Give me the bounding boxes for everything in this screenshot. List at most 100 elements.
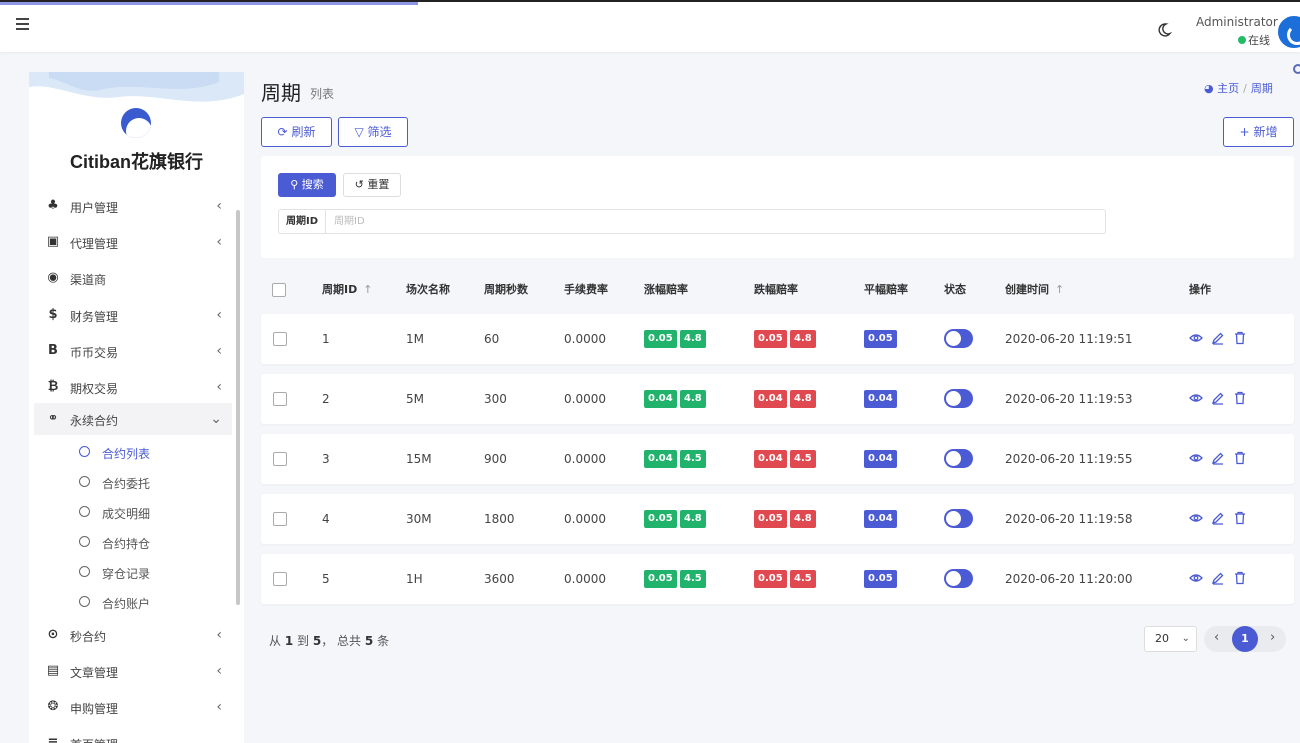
avatar[interactable] [1276, 14, 1300, 50]
delete-icon[interactable] [1233, 451, 1247, 465]
chevron-left-icon: ‹ [216, 379, 222, 395]
chevron-left-icon: ‹ [216, 699, 222, 715]
page-size-select[interactable]: 20 ⌄ [1144, 626, 1197, 652]
delete-icon[interactable] [1233, 331, 1247, 345]
cell-fee: 0.0000 [564, 572, 606, 586]
summary-total-suffix: 条 [377, 634, 390, 648]
column-header: 操作 [1189, 281, 1211, 297]
cell-created: 2020-06-20 11:20:00 [1005, 572, 1133, 586]
settings-icon[interactable] [1293, 64, 1300, 74]
view-icon[interactable] [1189, 391, 1203, 405]
sidebar-subitem[interactable]: 成交明细 [77, 501, 227, 525]
reset-button-label: 重置 [367, 178, 390, 191]
cell-name: 1M [406, 332, 424, 346]
sidebar-item[interactable]: ≡ 首页管理 [34, 727, 232, 743]
prev-page-icon[interactable]: ‹ [1214, 630, 1219, 645]
edit-icon[interactable] [1211, 331, 1225, 345]
delete-icon[interactable] [1233, 391, 1247, 405]
fall-odds-badge: 4.5 [790, 570, 816, 588]
period-id-input[interactable] [325, 209, 1106, 234]
sidebar-item[interactable]: ▣ 代理管理 ‹ [34, 226, 232, 258]
add-button[interactable]: + 新增 [1223, 117, 1294, 147]
breadcrumb-home[interactable]: 主页 [1217, 82, 1239, 95]
summary-to-prefix: 到 [297, 634, 310, 648]
status-toggle[interactable] [944, 389, 973, 408]
sidebar-subitem[interactable]: 穿仓记录 [77, 561, 227, 585]
sidebar-item[interactable]: ⊙ 秒合约 ‹ [34, 619, 232, 651]
view-icon[interactable] [1189, 511, 1203, 525]
column-header[interactable]: 创建时间 ↑ [1005, 281, 1064, 297]
row-checkbox[interactable] [273, 452, 287, 466]
search-button[interactable]: ⚲ 搜索 [278, 173, 336, 197]
next-page-icon[interactable]: › [1270, 630, 1275, 645]
edit-icon[interactable] [1211, 391, 1225, 405]
sort-icon[interactable]: ↑ [1055, 283, 1064, 296]
sidebar-subitem[interactable]: 合约委托 [77, 471, 227, 495]
edit-icon[interactable] [1211, 571, 1225, 585]
table-header: 周期ID ↑ 场次名称 周期秒数 手续费率 涨幅赔率 跌幅赔率 平幅赔率 状态 创建时间 ↑ 操作 [261, 272, 1294, 306]
status-toggle[interactable] [944, 569, 973, 588]
row-checkbox[interactable] [273, 392, 287, 406]
chevron-left-icon: ‹ [216, 663, 222, 679]
sidebar-item[interactable]: ❂ 申购管理 ‹ [34, 691, 232, 723]
sidebar-item[interactable]: $ 财务管理 ‹ [34, 299, 232, 331]
menu-toggle-icon[interactable] [16, 18, 30, 32]
view-icon[interactable] [1189, 331, 1203, 345]
reset-button[interactable]: ↺ 重置 [343, 173, 401, 197]
delete-icon[interactable] [1233, 511, 1247, 525]
summary-to: 5 [312, 634, 322, 648]
cell-seconds: 60 [484, 332, 500, 346]
sidebar-scrollbar[interactable] [236, 210, 240, 605]
sidebar-subitem[interactable]: 合约列表 [77, 441, 227, 465]
flat-rate-badge: 0.04 [864, 450, 897, 468]
dark-mode-icon[interactable] [1156, 22, 1172, 38]
sidebar-item[interactable]: B 币币交易 ‹ [34, 335, 232, 367]
refresh-button[interactable]: ⟳ 刷新 [261, 117, 332, 147]
view-icon[interactable] [1189, 571, 1203, 585]
cell-name: 1H [406, 572, 423, 586]
fall-odds-badge: 4.5 [790, 450, 816, 468]
status-toggle[interactable] [944, 449, 973, 468]
filter-button[interactable]: ▽ 筛选 [338, 117, 408, 147]
edit-icon[interactable] [1211, 511, 1225, 525]
row-checkbox[interactable] [273, 512, 287, 526]
sidebar-item[interactable]: ₿ 期权交易 ‹ [34, 371, 232, 403]
row-checkbox[interactable] [273, 332, 287, 346]
select-all-checkbox[interactable] [272, 283, 286, 297]
column-header: 平幅赔率 [864, 281, 908, 297]
user-circle-icon: ◉ [47, 270, 59, 285]
row-checkbox[interactable] [273, 572, 287, 586]
cell-fee: 0.0000 [564, 452, 606, 466]
table-row: 4 30M 1800 0.0000 2020-06-20 11:19:58 0.05 4.8… [261, 494, 1294, 544]
sidebar-subitem-label: 合约持仓 [102, 537, 151, 551]
sidebar-item[interactable]: ♣ 用户管理 ‹ [34, 190, 232, 222]
status-toggle[interactable] [944, 329, 973, 348]
online-dot-icon [1238, 36, 1246, 44]
status-toggle[interactable] [944, 509, 973, 528]
sidebar-item[interactable]: ◉ 渠道商 [34, 262, 232, 294]
delete-icon[interactable] [1233, 571, 1247, 585]
column-header-label: 涨幅赔率 [644, 283, 688, 296]
column-header[interactable]: 周期ID ↑ [322, 281, 372, 297]
sidebar-item[interactable]: ▤ 文章管理 ‹ [34, 655, 232, 687]
circle-icon [79, 506, 90, 517]
rise-odds-badge: 4.5 [680, 570, 706, 588]
dashboard-icon: ◕ [1204, 82, 1214, 95]
sort-icon[interactable]: ↑ [363, 283, 372, 296]
sidebar-item[interactable]: ⚭ 永续合约 ⌄ [34, 403, 232, 435]
edit-icon[interactable] [1211, 451, 1225, 465]
rise-odds-badge: 4.5 [680, 450, 706, 468]
view-icon[interactable] [1189, 451, 1203, 465]
user-status: 在线 [1238, 32, 1270, 48]
newspaper-icon: ▤ [46, 663, 60, 678]
page-button-current[interactable]: 1 [1232, 626, 1258, 652]
circle-icon [79, 476, 90, 487]
breadcrumb-current: 周期 [1250, 82, 1273, 95]
user-name[interactable]: Administrator [1196, 15, 1278, 29]
column-header-label: 跌幅赔率 [754, 283, 798, 296]
sidebar-subitem[interactable]: 合约账户 [77, 591, 227, 615]
sidebar-subitem[interactable]: 合约持仓 [77, 531, 227, 555]
add-button-label: 新增 [1253, 125, 1278, 139]
column-header-label: 操作 [1189, 283, 1211, 296]
cell-id: 2 [322, 392, 330, 406]
